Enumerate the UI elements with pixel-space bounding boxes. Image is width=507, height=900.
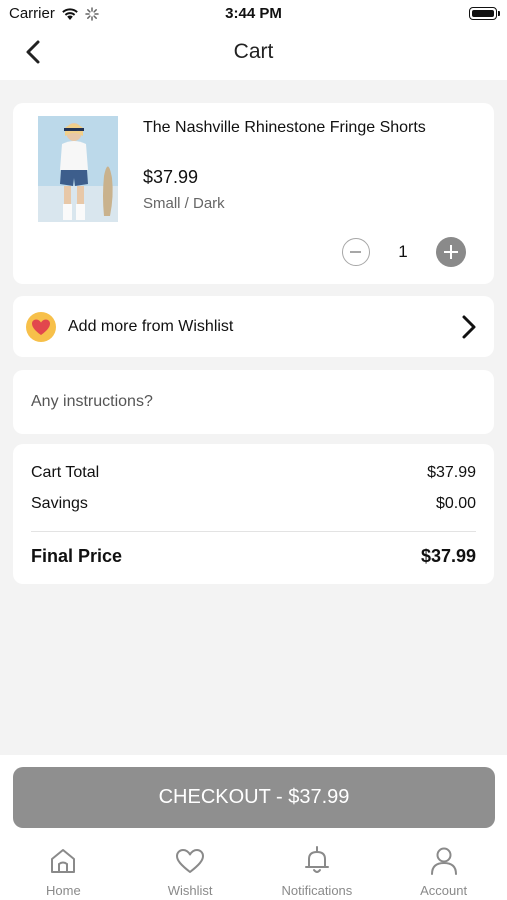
status-bar: Carrier 3:44 PM: [0, 0, 507, 28]
cart-total-label: Cart Total: [31, 464, 100, 481]
tab-home[interactable]: Home: [0, 838, 127, 900]
savings-label: Savings: [31, 495, 88, 512]
quantity-decrease-button[interactable]: [342, 238, 370, 266]
savings-value: $0.00: [435, 495, 476, 512]
tab-home-label: Home: [46, 883, 81, 898]
tab-notifications-label: Notifications: [281, 883, 353, 898]
cart-total-row: Cart Total $37.99: [31, 464, 476, 482]
wishlist-chevron: [458, 314, 478, 340]
page-title: Cart: [233, 40, 274, 63]
tab-wishlist[interactable]: Wishlist: [127, 838, 254, 900]
tab-notifications[interactable]: Notifications: [254, 838, 381, 900]
tab-wishlist-label: Wishlist: [167, 883, 213, 898]
summary-divider: [31, 531, 476, 532]
tab-account[interactable]: Account: [380, 838, 507, 900]
cart-item-card: The Nashville Rhinestone Fringe Shorts $…: [13, 103, 494, 284]
tab-bar: Home Wishlist Notifications Account: [0, 838, 507, 900]
final-price-row: Final Price $37.99: [31, 546, 476, 567]
cart-total-value: $37.99: [427, 464, 476, 481]
status-time: 3:44 PM: [225, 5, 282, 22]
quantity-value: 1: [398, 242, 408, 261]
home-icon: [51, 849, 76, 873]
product-variant: Small / Dark: [143, 195, 225, 212]
checkout-button[interactable]: CHECKOUT - $37.99: [13, 767, 495, 828]
heart-outline-icon: [176, 849, 205, 873]
wishlist-badge: [26, 312, 56, 342]
product-price: $37.99: [143, 167, 199, 187]
instructions-card: [13, 370, 494, 434]
final-price-label: Final Price: [31, 546, 123, 566]
bell-icon: [304, 846, 329, 873]
add-from-wishlist-row[interactable]: Add more from Wishlist: [13, 296, 494, 357]
final-price-value: $37.99: [420, 546, 476, 566]
chevron-right-icon: [462, 315, 476, 339]
instructions-input[interactable]: [31, 390, 471, 414]
product-image[interactable]: [38, 116, 118, 222]
nav-bar: Cart: [0, 28, 507, 80]
user-icon: [430, 847, 457, 875]
quantity-increase-button[interactable]: [436, 237, 466, 267]
savings-row: Savings $0.00: [31, 495, 476, 513]
heart-icon: [32, 319, 50, 335]
product-name[interactable]: The Nashville Rhinestone Fringe Shorts: [143, 117, 443, 139]
product-photo-illustration: [38, 116, 118, 222]
battery-icon: [469, 7, 500, 20]
wishlist-label: Add more from Wishlist: [68, 318, 234, 335]
price-summary-card: Cart Total $37.99 Savings $0.00 Final Pr…: [13, 444, 494, 584]
tab-account-label: Account: [420, 883, 468, 898]
